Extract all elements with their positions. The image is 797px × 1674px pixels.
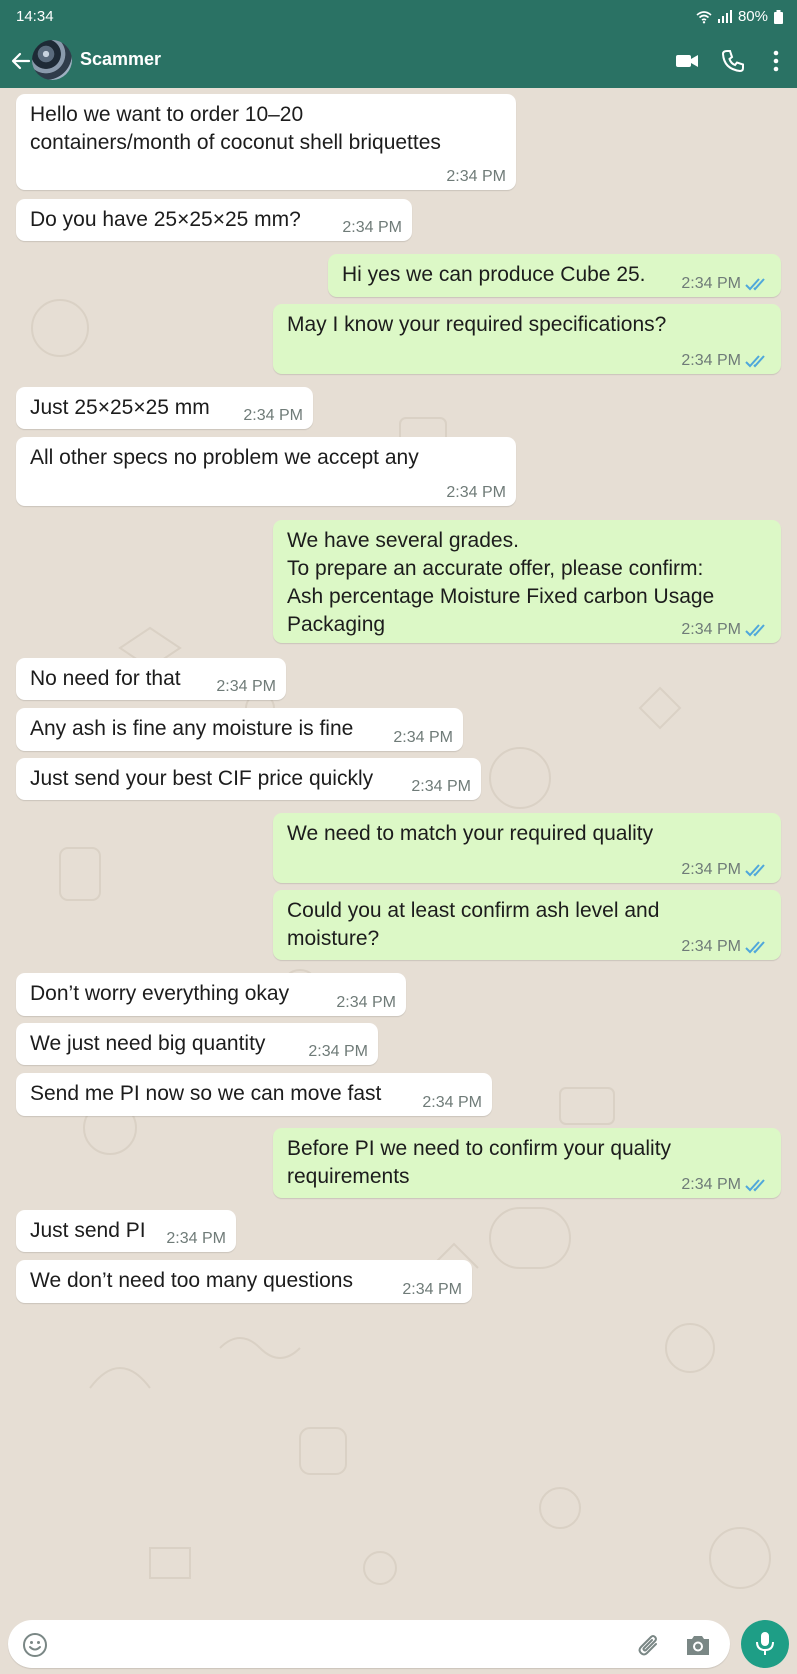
message-outgoing[interactable]: Before PI we need to confirm your qualit…: [273, 1128, 781, 1198]
message-time: 2:34 PM: [216, 678, 276, 695]
message-time: 2:34 PM: [681, 938, 741, 955]
message-incoming[interactable]: Don’t worry everything okay 2:34 PM: [16, 973, 406, 1016]
more-options-icon[interactable]: [763, 48, 789, 74]
chat-header: Scammer: [0, 34, 797, 88]
back-arrow-icon[interactable]: [9, 49, 33, 73]
message-text: Send me PI now so we can move fast: [30, 1082, 382, 1105]
message-time: 2:34 PM: [681, 621, 741, 638]
read-ticks-icon: [745, 1179, 765, 1192]
message-text: Just send your best CIF price quickly: [30, 767, 374, 790]
contact-name[interactable]: Scammer: [80, 49, 161, 70]
read-ticks-icon: [745, 355, 765, 368]
read-ticks-icon: [745, 624, 765, 637]
message-time: 2:34 PM: [681, 352, 741, 369]
avatar[interactable]: [32, 40, 72, 80]
message-time: 2:34 PM: [308, 1043, 368, 1060]
message-time: 2:34 PM: [402, 1281, 462, 1298]
message-input[interactable]: [60, 1630, 624, 1660]
message-time: 2:34 PM: [681, 861, 741, 878]
message-time: 2:34 PM: [342, 219, 402, 236]
message-incoming[interactable]: Any ash is fine any moisture is fine 2:3…: [16, 708, 463, 751]
status-time: 14:34: [16, 8, 54, 25]
message-incoming[interactable]: All other specs no problem we accept any…: [16, 437, 516, 506]
message-incoming[interactable]: Send me PI now so we can move fast 2:34 …: [16, 1073, 492, 1116]
battery-percent: 80%: [737, 8, 768, 25]
message-time: 2:34 PM: [681, 275, 741, 292]
message-text: We don’t need too many questions: [30, 1269, 353, 1292]
message-text: May I know your required specifications?: [287, 313, 667, 336]
video-call-icon[interactable]: [674, 48, 700, 74]
read-ticks-icon: [745, 278, 765, 291]
status-indicators: 80%: [696, 8, 783, 25]
camera-icon[interactable]: [684, 1632, 712, 1658]
message-time: 2:34 PM: [446, 168, 506, 185]
phone-icon[interactable]: [720, 48, 746, 74]
battery-icon: [774, 9, 783, 24]
message-incoming[interactable]: Just send your best CIF price quickly 2:…: [16, 758, 481, 800]
message-time: 2:34 PM: [243, 407, 303, 424]
message-incoming[interactable]: We don’t need too many questions 2:34 PM: [16, 1260, 472, 1303]
message-time: 2:34 PM: [336, 994, 396, 1011]
status-bar: 14:34 80%: [0, 0, 797, 34]
message-time: 2:34 PM: [681, 1176, 741, 1193]
attach-icon[interactable]: [636, 1632, 664, 1660]
chat-area[interactable]: Hello we want to order 10–20 containers/…: [0, 88, 797, 1620]
message-text: We need to match your required quality: [287, 822, 654, 845]
mic-icon: [756, 1632, 774, 1655]
message-time: 2:34 PM: [393, 729, 453, 746]
message-outgoing[interactable]: We need to match your required quality 2…: [273, 813, 781, 883]
mic-button[interactable]: [741, 1620, 789, 1668]
message-incoming[interactable]: We just need big quantity 2:34 PM: [16, 1023, 378, 1065]
read-ticks-icon: [745, 941, 765, 954]
message-time: 2:34 PM: [446, 484, 506, 501]
message-time: 2:34 PM: [411, 778, 471, 795]
emoji-icon[interactable]: [22, 1632, 48, 1658]
message-incoming[interactable]: Hello we want to order 10–20 containers/…: [16, 94, 516, 190]
message-input-box[interactable]: [8, 1620, 730, 1668]
message-outgoing[interactable]: Could you at least confirm ash level and…: [273, 890, 781, 960]
message-text: All other specs no problem we accept any: [30, 446, 419, 469]
message-outgoing[interactable]: Hi yes we can produce Cube 25. 2:34 PM: [328, 254, 781, 297]
message-time: 2:34 PM: [422, 1094, 482, 1111]
read-ticks-icon: [745, 864, 765, 877]
message-incoming[interactable]: No need for that 2:34 PM: [16, 658, 286, 700]
message-incoming[interactable]: Just send PI 2:34 PM: [16, 1210, 236, 1252]
message-time: 2:34 PM: [166, 1230, 226, 1247]
message-incoming[interactable]: Just 25×25×25 mm 2:34 PM: [16, 387, 313, 429]
message-outgoing[interactable]: May I know your required specifications?…: [273, 304, 781, 374]
message-incoming[interactable]: Do you have 25×25×25 mm? 2:34 PM: [16, 199, 412, 241]
signal-icon: [717, 10, 732, 23]
compose-bar: [0, 1620, 797, 1674]
message-text: Any ash is fine any moisture is fine: [30, 717, 354, 740]
message-text: Hello we want to order 10–20 containers/…: [30, 103, 441, 154]
message-outgoing[interactable]: We have several grades. To prepare an ac…: [273, 520, 781, 643]
wifi-icon: [696, 10, 712, 23]
